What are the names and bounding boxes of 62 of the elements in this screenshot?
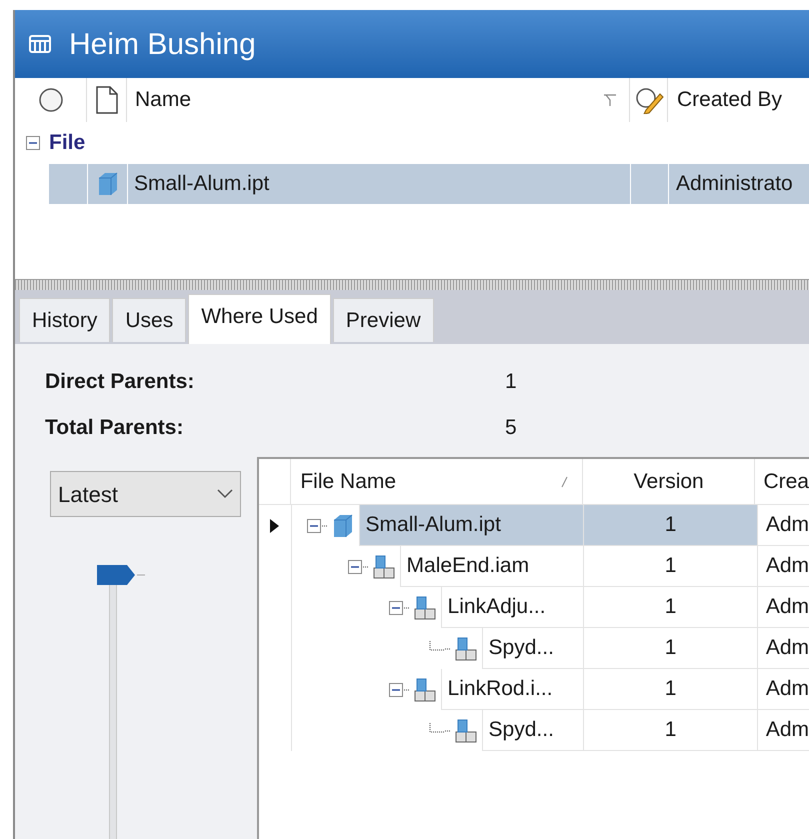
summary-value: 1 (505, 369, 517, 395)
file-name: Small-Alum.ipt (366, 512, 501, 538)
summary-value: 5 (505, 414, 517, 440)
file-name: LinkAdju... (448, 594, 546, 620)
version-cell-text: 1 (664, 553, 676, 580)
radio-icon[interactable] (38, 87, 64, 113)
file-row[interactable]: Small-Alum.ipt Administrato (49, 164, 809, 204)
collapse-icon[interactable] (388, 682, 404, 698)
created-by-cell-text: Adm (766, 594, 809, 620)
file-name: LinkRod.i... (448, 676, 553, 702)
version-cell-text: 1 (664, 594, 676, 620)
group-label: File (49, 130, 86, 156)
column-header[interactable]: File Name (300, 466, 560, 498)
file-name: Spyd... (488, 635, 554, 662)
assembly-icon (454, 636, 478, 662)
file-name: MaleEnd.iam (406, 553, 530, 580)
row-pointer-icon (269, 518, 280, 534)
version-dropdown[interactable]: Latest (50, 471, 241, 517)
grid-row[interactable]: LinkRod.i... 1 Adm (259, 669, 809, 710)
created-by-cell-text: Adm (766, 512, 809, 538)
column-header[interactable]: Created By (668, 84, 782, 116)
assembly-icon (412, 594, 437, 620)
grid-row[interactable]: LinkAdju... 1 Adm (259, 587, 809, 628)
grid-row[interactable]: Spyd... 1 Adm (259, 710, 809, 751)
version-cell-text: 1 (664, 717, 676, 744)
tab[interactable]: Where Used (188, 294, 331, 344)
pencil-icon (634, 86, 664, 114)
created-by-cell-text: Adm (766, 635, 809, 662)
version-cell-text: 1 (664, 635, 676, 662)
column-header[interactable]: Version (634, 466, 704, 498)
collapse-icon[interactable] (25, 135, 41, 151)
assembly-icon (412, 676, 437, 702)
tab[interactable]: History (19, 298, 110, 342)
sort-icon[interactable] (560, 476, 568, 488)
summary-label: Total Parents: (45, 414, 184, 440)
assembly-icon (454, 718, 478, 744)
version-cell-text: 1 (664, 512, 676, 538)
assembly-icon (372, 554, 396, 580)
file-name: Spyd... (488, 717, 554, 744)
grid-row[interactable]: Spyd... 1 Adm (259, 628, 809, 669)
collapse-icon[interactable] (306, 518, 322, 534)
chevron-down-icon (217, 489, 233, 499)
slider-thumb[interactable] (97, 565, 145, 585)
tab[interactable]: Preview (332, 298, 434, 342)
grid-row[interactable]: Small-Alum.ipt 1 Adm (259, 505, 809, 546)
version-cell-text: 1 (664, 676, 676, 702)
created-by-cell-text: Adm (766, 676, 809, 702)
filter-icon[interactable] (603, 93, 617, 107)
window-title: Heim Bushing (69, 26, 256, 62)
created-by-text: Administrato (676, 171, 793, 198)
grid-row[interactable]: MaleEnd.iam 1 Adm (259, 546, 809, 587)
collapse-icon[interactable] (388, 600, 404, 616)
file-name: Small-Alum.ipt (134, 171, 270, 198)
tab[interactable]: Uses (112, 298, 186, 342)
collapse-icon[interactable] (346, 558, 363, 574)
created-by-cell-text: Adm (766, 717, 809, 744)
summary-label: Direct Parents: (45, 369, 196, 395)
table-icon (29, 34, 51, 54)
column-header[interactable]: Name (135, 84, 603, 116)
column-header[interactable]: Crea (763, 466, 809, 498)
created-by-cell-text: Adm (766, 553, 809, 580)
document-icon (94, 86, 118, 114)
